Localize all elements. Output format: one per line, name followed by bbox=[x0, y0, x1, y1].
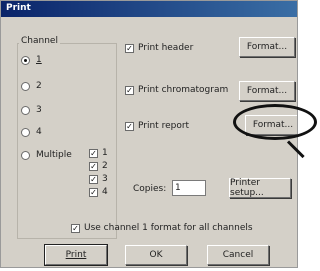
print-dialog: Print Channel 1 2 3 4 Multiple ✓ 1 ✓ 2 ✓… bbox=[0, 0, 298, 268]
channel-groupbox bbox=[17, 43, 117, 239]
ok-button-label: OK bbox=[149, 250, 163, 260]
print-header-checkbox[interactable]: ✓ Print header bbox=[125, 43, 193, 53]
print-chromatogram-label: Print chromatogram bbox=[138, 85, 229, 95]
channel-3-label: 3 bbox=[36, 105, 42, 115]
radio-icon bbox=[21, 150, 30, 160]
channel-3-radio[interactable]: 3 bbox=[21, 103, 42, 117]
multiple-channel-2-checkbox[interactable]: ✓ 2 bbox=[89, 161, 108, 171]
multiple-channel-2-label: 2 bbox=[102, 161, 108, 171]
print-chromatogram-checkbox[interactable]: ✓ Print chromatogram bbox=[125, 85, 228, 95]
window-title: Print bbox=[6, 3, 31, 13]
multiple-radio[interactable]: Multiple bbox=[21, 148, 72, 162]
chromatogram-format-label: Format... bbox=[246, 86, 288, 96]
multiple-channel-4-label: 4 bbox=[102, 187, 108, 197]
use-channel-format-label: Use channel 1 format for all channels bbox=[84, 223, 253, 233]
header-format-label: Format... bbox=[246, 42, 288, 52]
multiple-channel-1-label: 1 bbox=[102, 148, 108, 158]
ok-button[interactable]: OK bbox=[125, 245, 187, 265]
print-report-label: Print report bbox=[138, 121, 190, 131]
check-icon: ✓ bbox=[125, 121, 134, 131]
use-channel-format-checkbox[interactable]: ✓ Use channel 1 format for all channels bbox=[71, 223, 253, 233]
multiple-label: Multiple bbox=[36, 150, 72, 160]
check-icon: ✓ bbox=[89, 148, 98, 158]
copies-label: Copies: bbox=[133, 184, 167, 194]
cancel-button-label: Cancel bbox=[222, 250, 254, 260]
print-button-label: Print bbox=[65, 250, 87, 260]
copies-input[interactable]: 1 bbox=[172, 180, 206, 196]
chromatogram-format-button[interactable]: Format... bbox=[239, 81, 295, 101]
check-icon: ✓ bbox=[89, 174, 98, 184]
channel-2-label: 2 bbox=[36, 81, 42, 91]
channel-4-radio[interactable]: 4 bbox=[21, 125, 42, 139]
radio-icon bbox=[21, 127, 30, 137]
report-format-label: Format... bbox=[252, 120, 294, 130]
report-format-button[interactable]: Format... bbox=[245, 115, 297, 135]
channel-2-radio[interactable]: 2 bbox=[21, 79, 42, 93]
print-report-checkbox[interactable]: ✓ Print report bbox=[125, 121, 189, 131]
check-icon: ✓ bbox=[71, 223, 80, 233]
title-bar: Print bbox=[1, 1, 297, 17]
channel-4-label: 4 bbox=[36, 127, 42, 137]
multiple-channel-3-checkbox[interactable]: ✓ 3 bbox=[89, 174, 108, 184]
printer-setup-button[interactable]: Printer setup... bbox=[229, 178, 291, 198]
multiple-channel-1-checkbox[interactable]: ✓ 1 bbox=[89, 148, 108, 158]
printer-setup-label: Printer setup... bbox=[230, 178, 264, 198]
check-icon: ✓ bbox=[89, 187, 98, 197]
multiple-channel-4-checkbox[interactable]: ✓ 4 bbox=[89, 187, 108, 197]
header-format-button[interactable]: Format... bbox=[239, 37, 295, 57]
radio-selected-icon bbox=[21, 55, 30, 65]
check-icon: ✓ bbox=[125, 43, 134, 53]
channel-1-label: 1 bbox=[36, 55, 42, 65]
channel-1-radio[interactable]: 1 bbox=[21, 53, 42, 67]
multiple-channel-3-label: 3 bbox=[102, 174, 108, 184]
print-header-label: Print header bbox=[138, 43, 194, 53]
radio-icon bbox=[21, 81, 30, 91]
check-icon: ✓ bbox=[89, 161, 98, 171]
check-icon: ✓ bbox=[125, 85, 134, 95]
channel-legend: Channel bbox=[19, 36, 60, 46]
radio-icon bbox=[21, 105, 30, 115]
cancel-button[interactable]: Cancel bbox=[207, 245, 269, 265]
print-button[interactable]: Print bbox=[44, 244, 108, 266]
